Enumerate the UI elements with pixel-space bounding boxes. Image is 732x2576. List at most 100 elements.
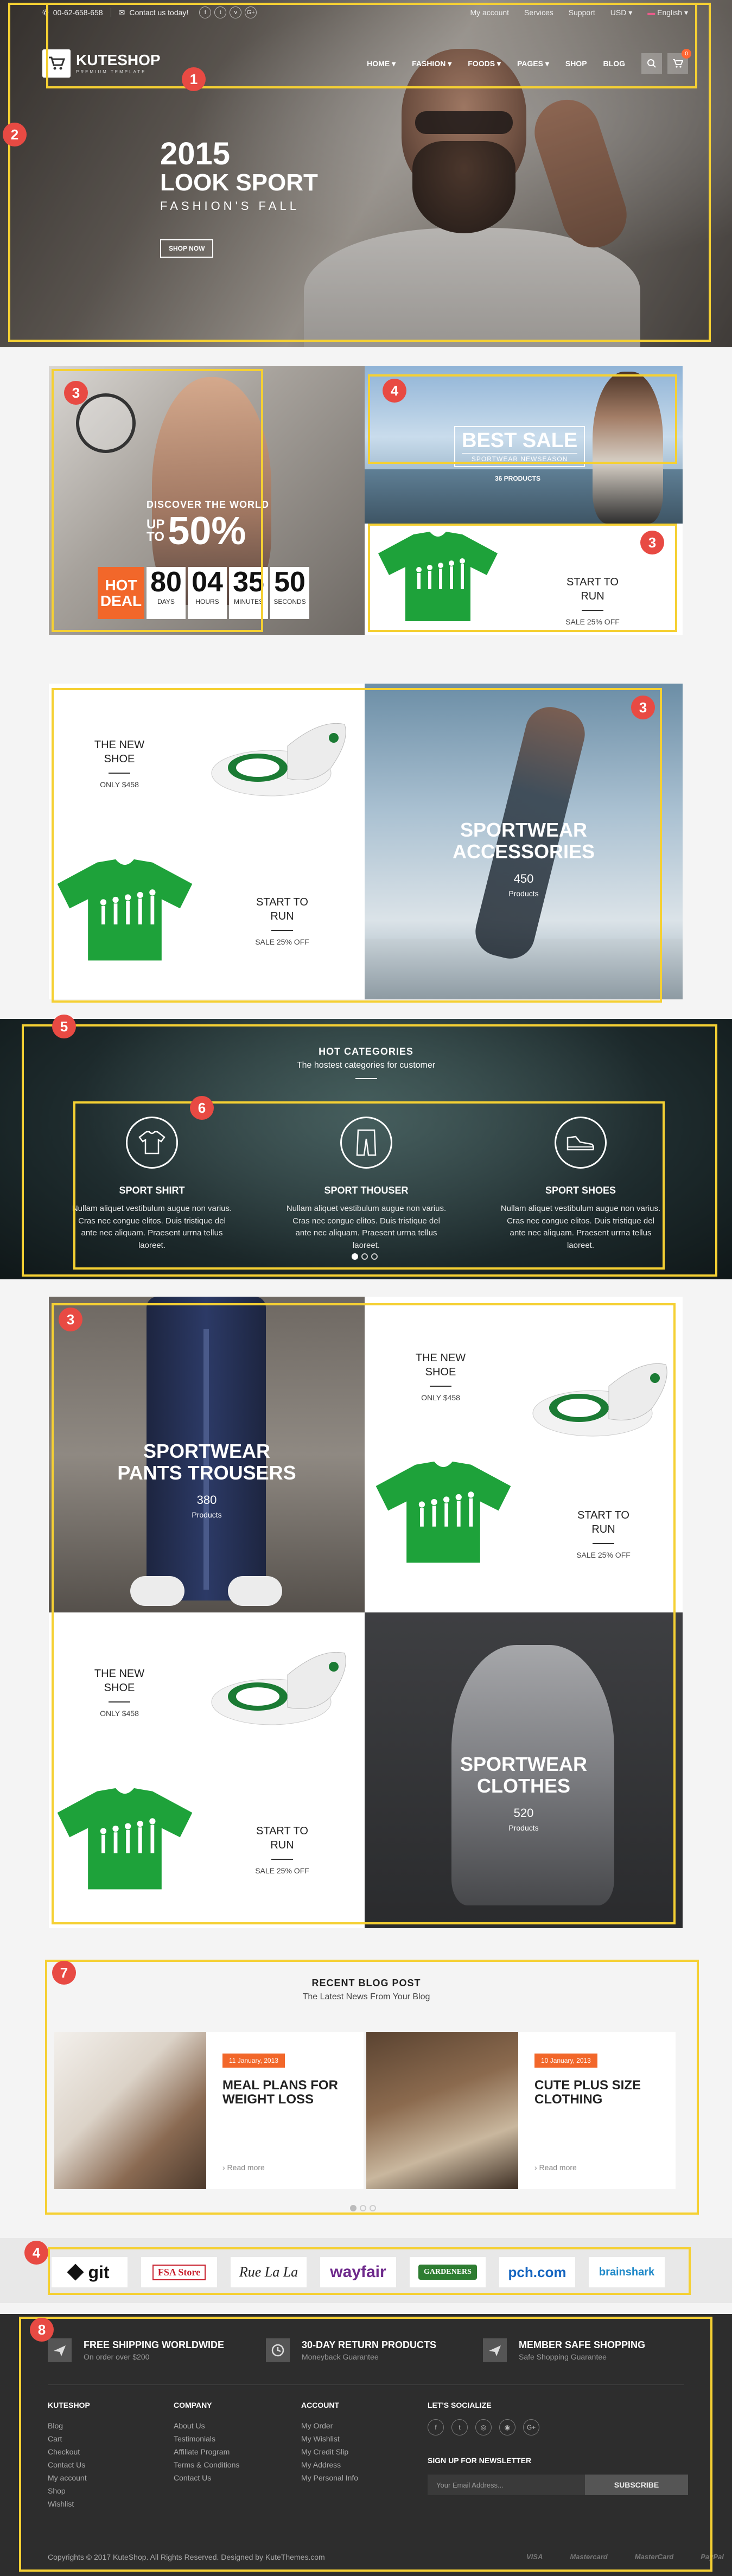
footer-link[interactable]: Contact Us bbox=[174, 2471, 239, 2484]
blog-card[interactable]: 11 January, 2013 MEAL PLANS FOR WEIGHT L… bbox=[54, 2032, 364, 2189]
chevron-down-icon: ▾ bbox=[392, 59, 396, 68]
footer-link[interactable]: Shop bbox=[48, 2484, 90, 2497]
git-icon bbox=[67, 2263, 85, 2281]
hero-banner: ✆ 00-62-658-658 ✉ Contact us today! f t … bbox=[0, 0, 732, 347]
footer-link[interactable]: My Order bbox=[301, 2419, 358, 2432]
carousel-dot[interactable] bbox=[371, 1253, 378, 1260]
brand-logo-rue-la-la[interactable]: Rue La La bbox=[231, 2257, 307, 2287]
brand-logo-wayfair[interactable]: wayfair bbox=[320, 2257, 396, 2287]
my-account-link[interactable]: My account bbox=[470, 8, 509, 17]
hot-categories-subtitle: The hostest categories for customer bbox=[296, 1061, 436, 1070]
shoe-icon bbox=[555, 1117, 607, 1169]
visa-icon: VISA bbox=[526, 2553, 543, 2561]
facebook-icon[interactable]: f bbox=[199, 7, 212, 18]
twitter-icon[interactable]: t bbox=[451, 2419, 468, 2435]
cart-count-badge: 0 bbox=[682, 49, 691, 59]
currency-select[interactable]: USD ▾ bbox=[610, 8, 632, 17]
footer-link[interactable]: My Credit Slip bbox=[301, 2445, 358, 2458]
footer-link[interactable]: Contact Us bbox=[48, 2458, 90, 2471]
category-sport-thouser[interactable]: SPORT THOUSER Nullam aliquet vestibulum … bbox=[285, 1117, 448, 1252]
dribbble-icon[interactable]: ◉ bbox=[499, 2419, 515, 2435]
blog-post-title[interactable]: MEAL PLANS FOR WEIGHT LOSS bbox=[222, 2078, 353, 2107]
blog-card[interactable]: 10 January, 2013 CUTE PLUS SIZE CLOTHING… bbox=[366, 2032, 676, 2189]
language-select[interactable]: ▬ English ▾ bbox=[647, 8, 688, 17]
category-sport-shirt[interactable]: SPORT SHIRT Nullam aliquet vestibulum au… bbox=[71, 1117, 233, 1252]
footer-link[interactable]: Terms & Conditions bbox=[174, 2458, 239, 2471]
carousel-dot[interactable] bbox=[360, 2205, 366, 2211]
newsletter-form: Your Email Address... SUBSCRIBE bbox=[428, 2475, 688, 2495]
menu-fashion[interactable]: FASHION ▾ bbox=[412, 59, 451, 68]
read-more-link[interactable]: › Read more bbox=[222, 2163, 265, 2172]
green-tshirt-image bbox=[375, 1461, 511, 1563]
annotation-badge: 3 bbox=[59, 1308, 82, 1331]
recent-blog-section: RECENT BLOG POST The Latest News From Yo… bbox=[46, 1953, 686, 2214]
category-sport-shoes[interactable]: SPORT SHOES Nullam aliquet vestibulum au… bbox=[499, 1117, 662, 1252]
blog-date: 10 January, 2013 bbox=[534, 2054, 597, 2068]
newsletter-email-input[interactable]: Your Email Address... bbox=[428, 2475, 585, 2495]
blog-subtitle: The Latest News From Your Blog bbox=[302, 1992, 430, 2001]
brand-logo-pch[interactable]: pch.com bbox=[499, 2257, 575, 2287]
promo-start-to-run[interactable]: START TO RUN SALE 25% OFF bbox=[365, 524, 683, 635]
hero-subtitle: FASHION'S FALL bbox=[160, 199, 300, 213]
subscribe-button[interactable]: SUBSCRIBE bbox=[585, 2475, 688, 2495]
footer-link[interactable]: Testimonials bbox=[174, 2432, 239, 2445]
promo-new-shoe[interactable]: THE NEW SHOE ONLY $458 START TO RUN SALE… bbox=[49, 684, 365, 999]
cart-button[interactable]: 0 bbox=[667, 49, 691, 74]
trousers-icon bbox=[340, 1117, 392, 1169]
annotation-badge: 3 bbox=[631, 696, 655, 719]
read-more-link[interactable]: › Read more bbox=[534, 2163, 577, 2172]
footer-link[interactable]: Checkout bbox=[48, 2445, 90, 2458]
logo[interactable]: KUTESHOP PREMIUM TEMPLATE bbox=[42, 49, 161, 78]
footer-link[interactable]: Blog bbox=[48, 2419, 90, 2432]
blog-date: 11 January, 2013 bbox=[222, 2054, 285, 2068]
services-link[interactable]: Services bbox=[524, 8, 553, 17]
footer-link[interactable]: My Wishlist bbox=[301, 2432, 358, 2445]
menu-pages[interactable]: PAGES ▾ bbox=[517, 59, 549, 68]
footer-link[interactable]: My Personal Info bbox=[301, 2471, 358, 2484]
promo-new-shoe-2[interactable]: THE NEW SHOE ONLY $458 START TO RUN SALE… bbox=[365, 1297, 683, 1612]
footer-col-account: ACCOUNT My Order My Wishlist My Credit S… bbox=[301, 2401, 358, 2484]
contact-link[interactable]: Contact us today! bbox=[129, 8, 188, 17]
promo-accessories[interactable]: SPORTWEAR ACCESSORIES 450 Products bbox=[365, 684, 683, 999]
brand-logo-gardeners[interactable]: GARDENERS bbox=[410, 2257, 486, 2287]
brand-logo-brainshark[interactable]: brainshark bbox=[589, 2257, 665, 2287]
menu-foods[interactable]: FOODS ▾ bbox=[468, 59, 501, 68]
mail-icon: ✉ bbox=[118, 8, 125, 17]
menu-blog[interactable]: BLOG bbox=[603, 59, 625, 68]
footer-link[interactable]: Cart bbox=[48, 2432, 90, 2445]
promo-trousers[interactable]: SPORTWEAR PANTS TROUSERS 380 Products bbox=[49, 1297, 365, 1612]
search-button[interactable] bbox=[641, 53, 662, 74]
promo-new-shoe-3[interactable]: THE NEW SHOE ONLY $458 START TO RUN SALE… bbox=[49, 1612, 365, 1928]
contact-info[interactable]: ✉ Contact us today! bbox=[119, 8, 189, 17]
vimeo-icon[interactable]: v bbox=[230, 7, 242, 18]
site-footer: FREE SHIPPING WORLDWIDE On order over $20… bbox=[0, 2314, 732, 2576]
menu-home[interactable]: HOME ▾ bbox=[367, 59, 396, 68]
support-link[interactable]: Support bbox=[569, 8, 595, 17]
carousel-dot[interactable] bbox=[352, 1253, 358, 1260]
footer-link[interactable]: About Us bbox=[174, 2419, 239, 2432]
google-plus-icon[interactable]: G+ bbox=[523, 2419, 539, 2435]
promo-clothes[interactable]: SPORTWEAR CLOTHES 520 Products bbox=[365, 1612, 683, 1928]
footer-link[interactable]: My Address bbox=[301, 2458, 358, 2471]
carousel-dot[interactable] bbox=[361, 1253, 368, 1260]
footer-link[interactable]: Wishlist bbox=[48, 2497, 90, 2510]
instagram-icon[interactable]: ◎ bbox=[475, 2419, 492, 2435]
cart-icon bbox=[673, 59, 683, 68]
carousel-dot[interactable] bbox=[370, 2205, 376, 2211]
carousel-dot[interactable] bbox=[350, 2205, 357, 2211]
promo-tennis[interactable]: DISCOVER THE WORLD UP TO 50% HOT DEAL 80 D… bbox=[49, 366, 365, 635]
brand-logo-fsa-store[interactable]: FSA Store bbox=[141, 2257, 217, 2287]
brand-logo-git[interactable]: git bbox=[52, 2257, 128, 2287]
menu-shop[interactable]: SHOP bbox=[565, 59, 587, 68]
facebook-icon[interactable]: f bbox=[428, 2419, 444, 2435]
blog-post-title[interactable]: CUTE PLUS SIZE CLOTHING bbox=[534, 2078, 665, 2107]
mastercard-icon: MasterCard bbox=[634, 2553, 674, 2561]
shop-now-button[interactable]: SHOP NOW bbox=[160, 239, 214, 258]
footer-link[interactable]: My account bbox=[48, 2471, 90, 2484]
cart-logo-icon bbox=[42, 49, 71, 78]
footer-link[interactable]: Affiliate Program bbox=[174, 2445, 239, 2458]
promo-best-sale[interactable]: BEST SALE SPORTWEAR NEWSEASON 36 PRODUCT… bbox=[365, 366, 683, 524]
twitter-icon[interactable]: t bbox=[214, 7, 227, 18]
annotation-badge: 3 bbox=[64, 381, 88, 405]
google-plus-icon[interactable]: G+ bbox=[245, 7, 257, 18]
